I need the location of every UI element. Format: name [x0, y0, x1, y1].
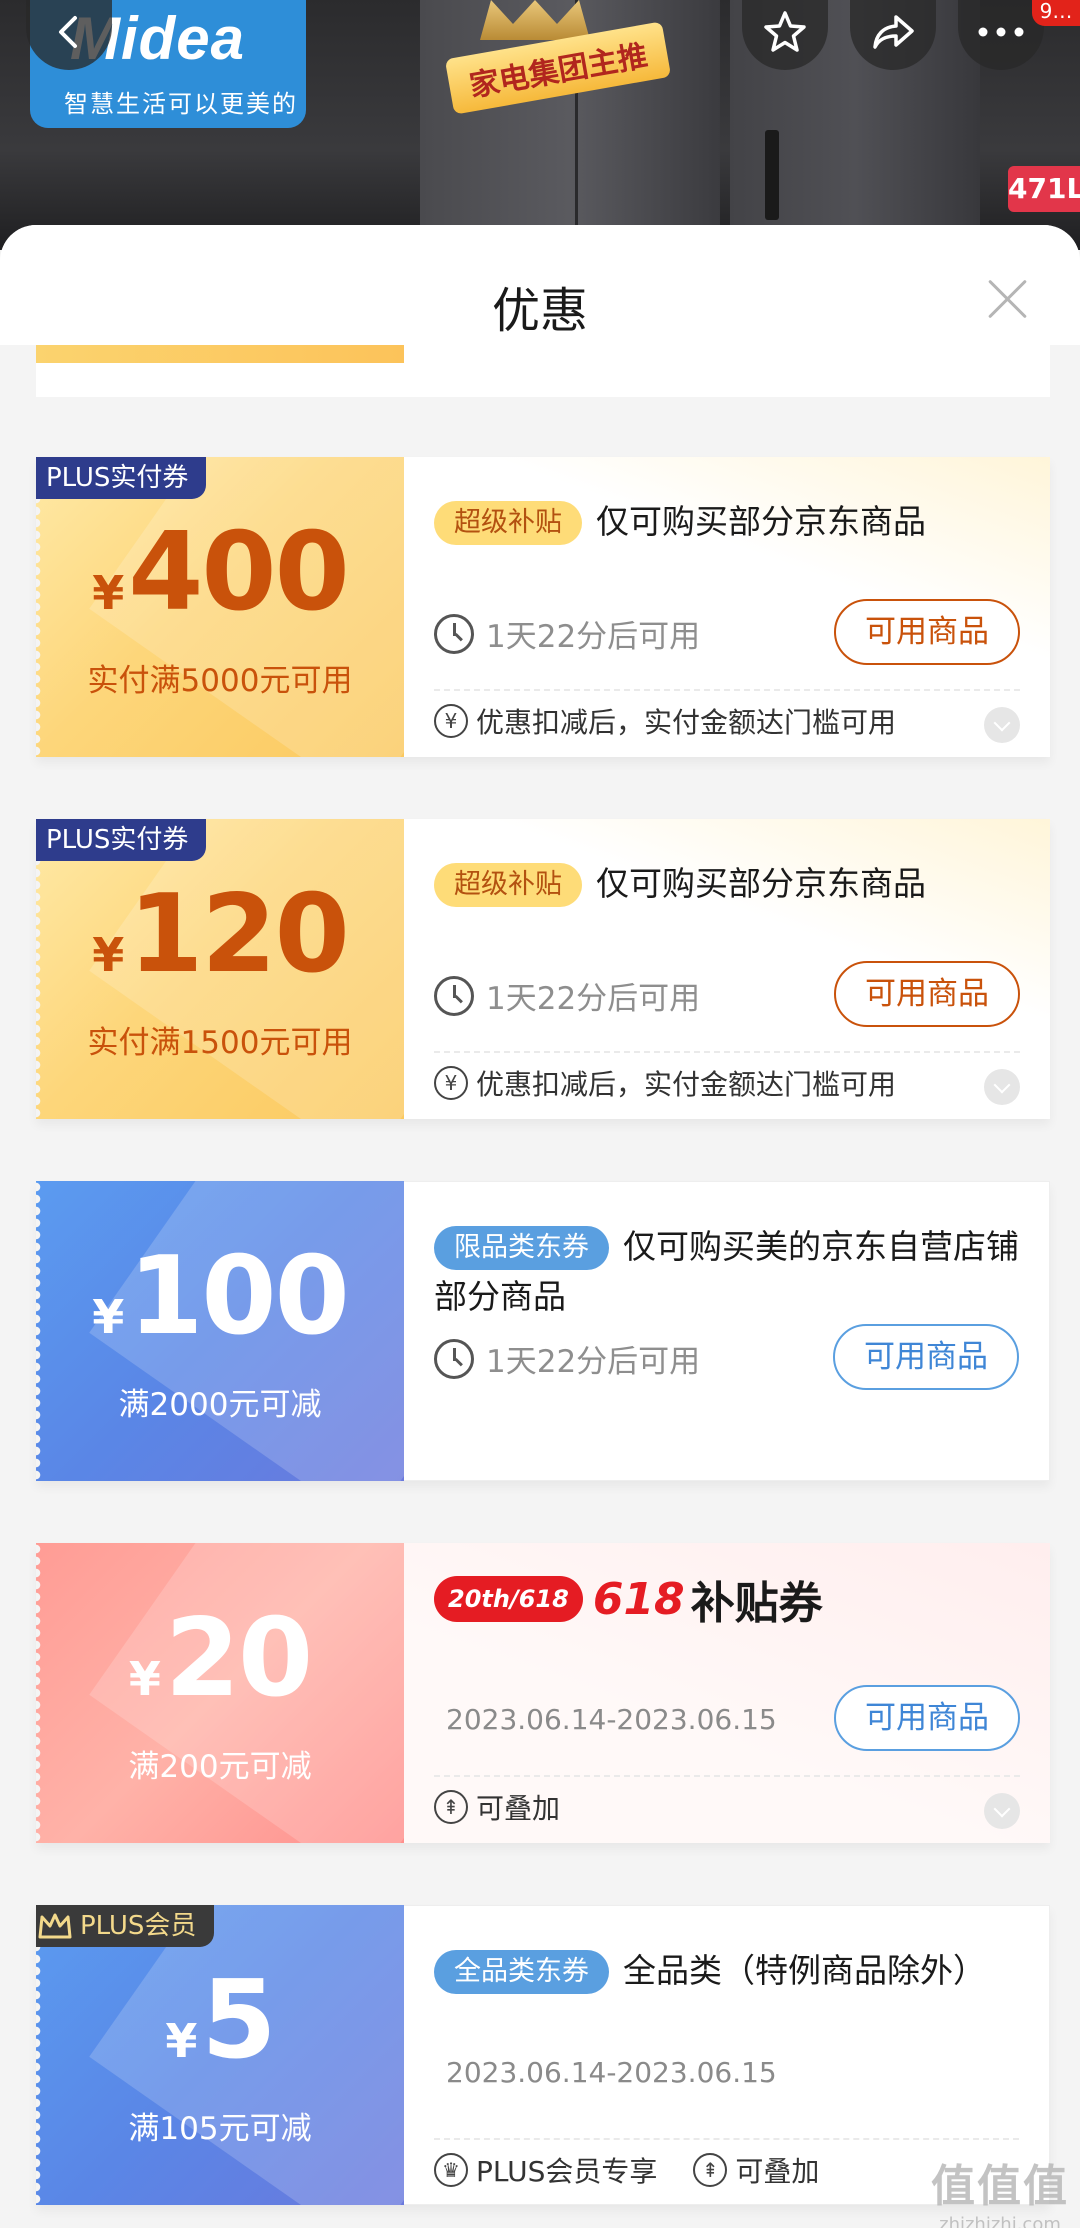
coupon-title: 全品类东券 全品类（特例商品除外）: [434, 1946, 1024, 1996]
brand-slogan: 智慧生活可以更美的: [64, 90, 298, 118]
coupon-time: 1天22分后可用: [434, 1336, 700, 1381]
product-banner: Midea 智慧生活可以更美的 家电集团主推 471L 9…: [0, 0, 1080, 250]
coupon-value-panel: PLUS会员 ¥5 满105元可减: [36, 1905, 404, 2205]
coupon-detail-panel: 超级补贴 仅可购买部分京东商品 1天22分后可用 可用商品 ¥ 优惠扣减后，实付金额…: [404, 819, 1050, 1119]
coupon-pill: 超级补贴: [434, 501, 582, 545]
expand-icon[interactable]: [984, 1793, 1020, 1829]
close-button[interactable]: [986, 277, 1030, 321]
coupon-date: 2023.06.14-2023.06.15: [446, 1703, 777, 1736]
coupon-pill: 全品类东券: [434, 1950, 609, 1994]
screen: Midea 智慧生活可以更美的 家电集团主推 471L 9… 优惠 PLUS实付…: [0, 0, 1080, 2228]
coupon-amount: ¥100: [92, 1234, 349, 1359]
coupon-amount: ¥400: [92, 510, 349, 635]
back-arrow-icon: [59, 16, 77, 48]
coupon-card: ¥20 满200元可减 20th/618 618 补贴券 2023.06.14-…: [36, 1543, 1050, 1843]
coupon-type-tag: PLUS实付券: [36, 457, 207, 499]
crown-icon: [480, 0, 590, 40]
crown-icon: [38, 1913, 72, 1939]
coupon-note: ♛ PLUS会员专享 ⇞ 可叠加: [434, 2150, 819, 2190]
coupon-note: ¥ 优惠扣减后，实付金额达门槛可用: [434, 1063, 896, 1103]
plus-member-tag: PLUS会员: [36, 1905, 215, 1947]
618-subsidy-logo: 20th/618 618 补贴券: [434, 1567, 823, 1631]
coupon-value-panel: PLUS实付券 ¥120 实付满1500元可用: [36, 819, 404, 1119]
expand-icon[interactable]: [984, 1069, 1020, 1105]
coupon-note: ⇞ 可叠加: [434, 1787, 560, 1827]
yen-icon: ¥: [434, 704, 468, 738]
coupon-type-tag: PLUS实付券: [36, 819, 207, 861]
coupon-condition: 实付满5000元可用: [87, 663, 353, 699]
coupon-detail-panel: 超级补贴 仅可购买部分京东商品 1天22分后可用 可用商品 ¥ 优惠扣减后，实付金额…: [404, 457, 1050, 757]
coupon-pill: 限品类东券: [434, 1226, 609, 1270]
available-products-button[interactable]: 可用商品: [834, 1685, 1020, 1751]
plus-crown-icon: ♛: [434, 2153, 468, 2187]
star-icon: [764, 11, 806, 52]
coupon-sheet: 优惠 PLUS实付券 ¥400 实付满5000元可用 超级补贴 仅可购买部分京东商…: [0, 225, 1080, 2228]
clock-icon: [434, 613, 474, 654]
yen-icon: ¥: [434, 1066, 468, 1100]
coupon-detail-panel: 20th/618 618 补贴券 2023.06.14-2023.06.15 可…: [404, 1543, 1050, 1843]
available-products-button[interactable]: 可用商品: [833, 1324, 1019, 1390]
coupon-title: 限品类东券 仅可购买美的京东自营店铺部分商品: [434, 1226, 1019, 1316]
watermark: 值值值 zhizhizhi.com: [931, 2161, 1069, 2228]
available-products-button[interactable]: 可用商品: [834, 961, 1020, 1027]
coupon-amount: ¥120: [92, 872, 349, 997]
coupon-condition: 满105元可减: [128, 2111, 312, 2147]
sheet-header: 优惠: [0, 225, 1080, 345]
coupon-value-panel: ¥20 满200元可减: [36, 1543, 404, 1843]
clock-icon: [434, 975, 474, 1016]
capacity-label: 471L: [1008, 166, 1080, 212]
stack-icon: ⇞: [434, 1790, 468, 1824]
coupon-pill: 超级补贴: [434, 863, 582, 907]
coupon-card: ¥100 满2000元可减 限品类东券 仅可购买美的京东自营店铺部分商品 1天22…: [36, 1181, 1050, 1481]
coupon-title: 超级补贴 仅可购买部分京东商品: [434, 859, 1024, 909]
expand-icon[interactable]: [984, 707, 1020, 743]
coupon-value-panel: ¥100 满2000元可减: [36, 1181, 404, 1481]
more-icon: [978, 27, 1024, 37]
coupon-detail-panel: 限品类东券 仅可购买美的京东自营店铺部分商品 1天22分后可用 可用商品: [404, 1181, 1050, 1481]
coupon-card: PLUS会员 ¥5 满105元可减 全品类东券 全品类（特例商品除外） 2023.…: [36, 1905, 1050, 2205]
coupon-condition: 满2000元可减: [118, 1387, 322, 1423]
clock-icon: [434, 1338, 474, 1379]
coupon-card: PLUS实付券 ¥400 实付满5000元可用 超级补贴 仅可购买部分京东商品 1…: [36, 457, 1050, 757]
coupon-amount: ¥20: [128, 1596, 313, 1721]
share-icon: [873, 15, 914, 49]
notification-badge: 9…: [1032, 0, 1080, 26]
coupon-card-partial: [36, 345, 1050, 397]
coupon-value-panel: PLUS实付券 ¥400 实付满5000元可用: [36, 457, 404, 757]
coupon-condition: 满200元可减: [128, 1749, 312, 1785]
coupon-amount: ¥5: [165, 1958, 276, 2083]
available-products-button[interactable]: 可用商品: [834, 599, 1020, 665]
coupon-date: 2023.06.14-2023.06.15: [446, 2056, 777, 2089]
coupon-condition: 实付满1500元可用: [87, 1025, 353, 1061]
coupon-list[interactable]: PLUS实付券 ¥400 实付满5000元可用 超级补贴 仅可购买部分京东商品 1…: [0, 345, 1080, 2228]
coupon-time: 1天22分后可用: [434, 611, 700, 656]
stack-icon: ⇞: [693, 2153, 728, 2187]
coupon-note: ¥ 优惠扣减后，实付金额达门槛可用: [434, 701, 896, 741]
coupon-time: 1天22分后可用: [434, 973, 700, 1018]
coupon-title: 超级补贴 仅可购买部分京东商品: [434, 497, 1024, 547]
coupon-card: PLUS实付券 ¥120 实付满1500元可用 超级补贴 仅可购买部分京东商品 1…: [36, 819, 1050, 1119]
sheet-title: 优惠: [491, 283, 588, 339]
